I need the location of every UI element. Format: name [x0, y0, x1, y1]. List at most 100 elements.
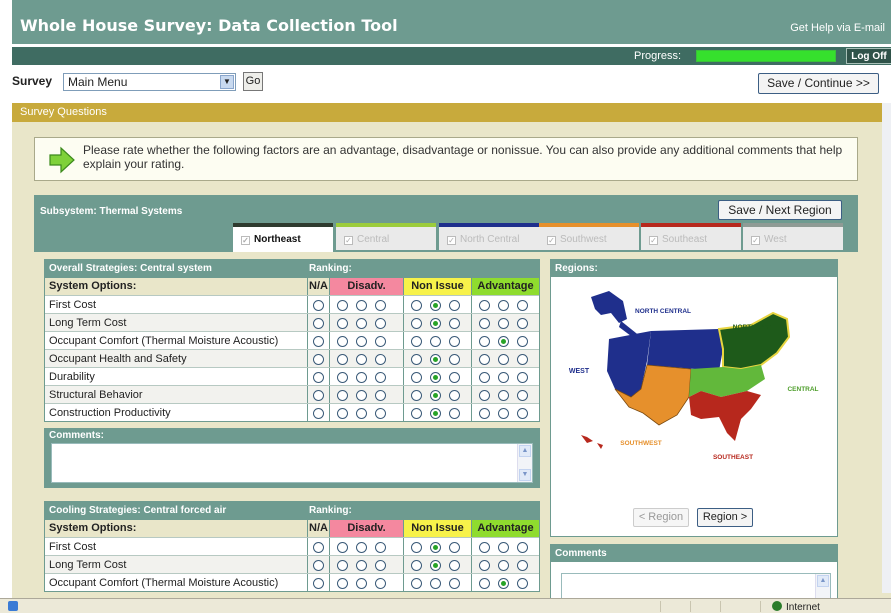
rating-radio[interactable] — [498, 318, 509, 329]
comments-textarea[interactable]: ▲ ▼ — [51, 443, 533, 483]
rating-radio[interactable] — [356, 354, 367, 365]
rating-radio[interactable] — [430, 336, 441, 347]
rating-radio[interactable] — [411, 408, 422, 419]
rating-radio[interactable] — [313, 408, 324, 419]
rating-radio[interactable] — [356, 300, 367, 311]
rating-radio[interactable] — [356, 372, 367, 383]
page-scrollbar[interactable] — [882, 103, 891, 593]
rating-radio[interactable] — [337, 408, 348, 419]
rating-radio[interactable] — [498, 390, 509, 401]
rating-radio[interactable] — [517, 336, 528, 347]
rating-radio[interactable] — [375, 390, 386, 401]
log-off-button[interactable]: Log Off — [846, 48, 891, 64]
rating-radio[interactable] — [449, 372, 460, 383]
scroll-down-icon[interactable]: ▼ — [519, 469, 531, 481]
rating-radio[interactable] — [375, 336, 386, 347]
rating-radio[interactable] — [356, 390, 367, 401]
rating-radio[interactable] — [430, 372, 441, 383]
rating-radio[interactable] — [479, 542, 490, 553]
rating-radio[interactable] — [479, 578, 490, 589]
scrollbar[interactable]: ▲ ▼ — [517, 444, 532, 482]
rating-radio[interactable] — [430, 542, 441, 553]
tab-central[interactable]: ✓ Central — [336, 223, 436, 250]
scrollbar[interactable]: ▲ — [815, 574, 830, 598]
rating-radio[interactable] — [375, 372, 386, 383]
rating-radio[interactable] — [430, 560, 441, 571]
rating-radio[interactable] — [337, 318, 348, 329]
rating-radio[interactable] — [479, 390, 490, 401]
rating-radio[interactable] — [411, 372, 422, 383]
rating-radio[interactable] — [479, 408, 490, 419]
next-region-button[interactable]: Region > — [697, 508, 753, 527]
rating-radio[interactable] — [430, 354, 441, 365]
rating-radio[interactable] — [337, 336, 348, 347]
comments-panel-textarea[interactable]: ▲ — [561, 573, 831, 599]
rating-radio[interactable] — [313, 560, 324, 571]
rating-radio[interactable] — [411, 578, 422, 589]
rating-radio[interactable] — [449, 408, 460, 419]
rating-radio[interactable] — [356, 408, 367, 419]
rating-radio[interactable] — [498, 408, 509, 419]
rating-radio[interactable] — [449, 336, 460, 347]
rating-radio[interactable] — [375, 318, 386, 329]
rating-radio[interactable] — [430, 578, 441, 589]
rating-radio[interactable] — [411, 300, 422, 311]
rating-radio[interactable] — [313, 542, 324, 553]
rating-radio[interactable] — [479, 300, 490, 311]
rating-radio[interactable] — [313, 354, 324, 365]
prev-region-button[interactable]: < Region — [633, 508, 689, 527]
rating-radio[interactable] — [430, 390, 441, 401]
rating-radio[interactable] — [411, 560, 422, 571]
rating-radio[interactable] — [498, 372, 509, 383]
rating-radio[interactable] — [313, 390, 324, 401]
rating-radio[interactable] — [517, 318, 528, 329]
rating-radio[interactable] — [517, 560, 528, 571]
rating-radio[interactable] — [498, 300, 509, 311]
rating-radio[interactable] — [498, 560, 509, 571]
rating-radio[interactable] — [313, 336, 324, 347]
rating-radio[interactable] — [411, 318, 422, 329]
rating-radio[interactable] — [449, 354, 460, 365]
rating-radio[interactable] — [449, 542, 460, 553]
rating-radio[interactable] — [313, 578, 324, 589]
rating-radio[interactable] — [375, 354, 386, 365]
rating-radio[interactable] — [375, 300, 386, 311]
rating-radio[interactable] — [375, 578, 386, 589]
rating-radio[interactable] — [356, 542, 367, 553]
scroll-up-icon[interactable]: ▲ — [817, 575, 829, 587]
rating-radio[interactable] — [517, 354, 528, 365]
rating-radio[interactable] — [337, 390, 348, 401]
rating-radio[interactable] — [449, 560, 460, 571]
tab-north-central[interactable]: ✓ North Central — [439, 223, 539, 250]
rating-radio[interactable] — [517, 542, 528, 553]
rating-radio[interactable] — [356, 578, 367, 589]
rating-radio[interactable] — [430, 318, 441, 329]
rating-radio[interactable] — [337, 578, 348, 589]
save-next-region-button[interactable]: Save / Next Region — [718, 200, 842, 220]
rating-radio[interactable] — [517, 300, 528, 311]
rating-radio[interactable] — [411, 354, 422, 365]
rating-radio[interactable] — [375, 542, 386, 553]
rating-radio[interactable] — [411, 390, 422, 401]
rating-radio[interactable] — [498, 354, 509, 365]
rating-radio[interactable] — [356, 560, 367, 571]
rating-radio[interactable] — [517, 408, 528, 419]
rating-radio[interactable] — [517, 390, 528, 401]
help-email-link[interactable]: Get Help via E-mail — [790, 22, 885, 34]
rating-radio[interactable] — [517, 372, 528, 383]
rating-radio[interactable] — [479, 372, 490, 383]
rating-radio[interactable] — [337, 542, 348, 553]
rating-radio[interactable] — [449, 390, 460, 401]
scroll-up-icon[interactable]: ▲ — [519, 445, 531, 457]
rating-radio[interactable] — [430, 408, 441, 419]
chevron-down-icon[interactable]: ▼ — [220, 75, 234, 89]
rating-radio[interactable] — [337, 300, 348, 311]
rating-radio[interactable] — [449, 318, 460, 329]
rating-radio[interactable] — [313, 318, 324, 329]
rating-radio[interactable] — [337, 354, 348, 365]
survey-select[interactable]: Main Menu ▼ — [63, 73, 236, 91]
rating-radio[interactable] — [411, 336, 422, 347]
rating-radio[interactable] — [356, 318, 367, 329]
rating-radio[interactable] — [498, 542, 509, 553]
rating-radio[interactable] — [479, 336, 490, 347]
